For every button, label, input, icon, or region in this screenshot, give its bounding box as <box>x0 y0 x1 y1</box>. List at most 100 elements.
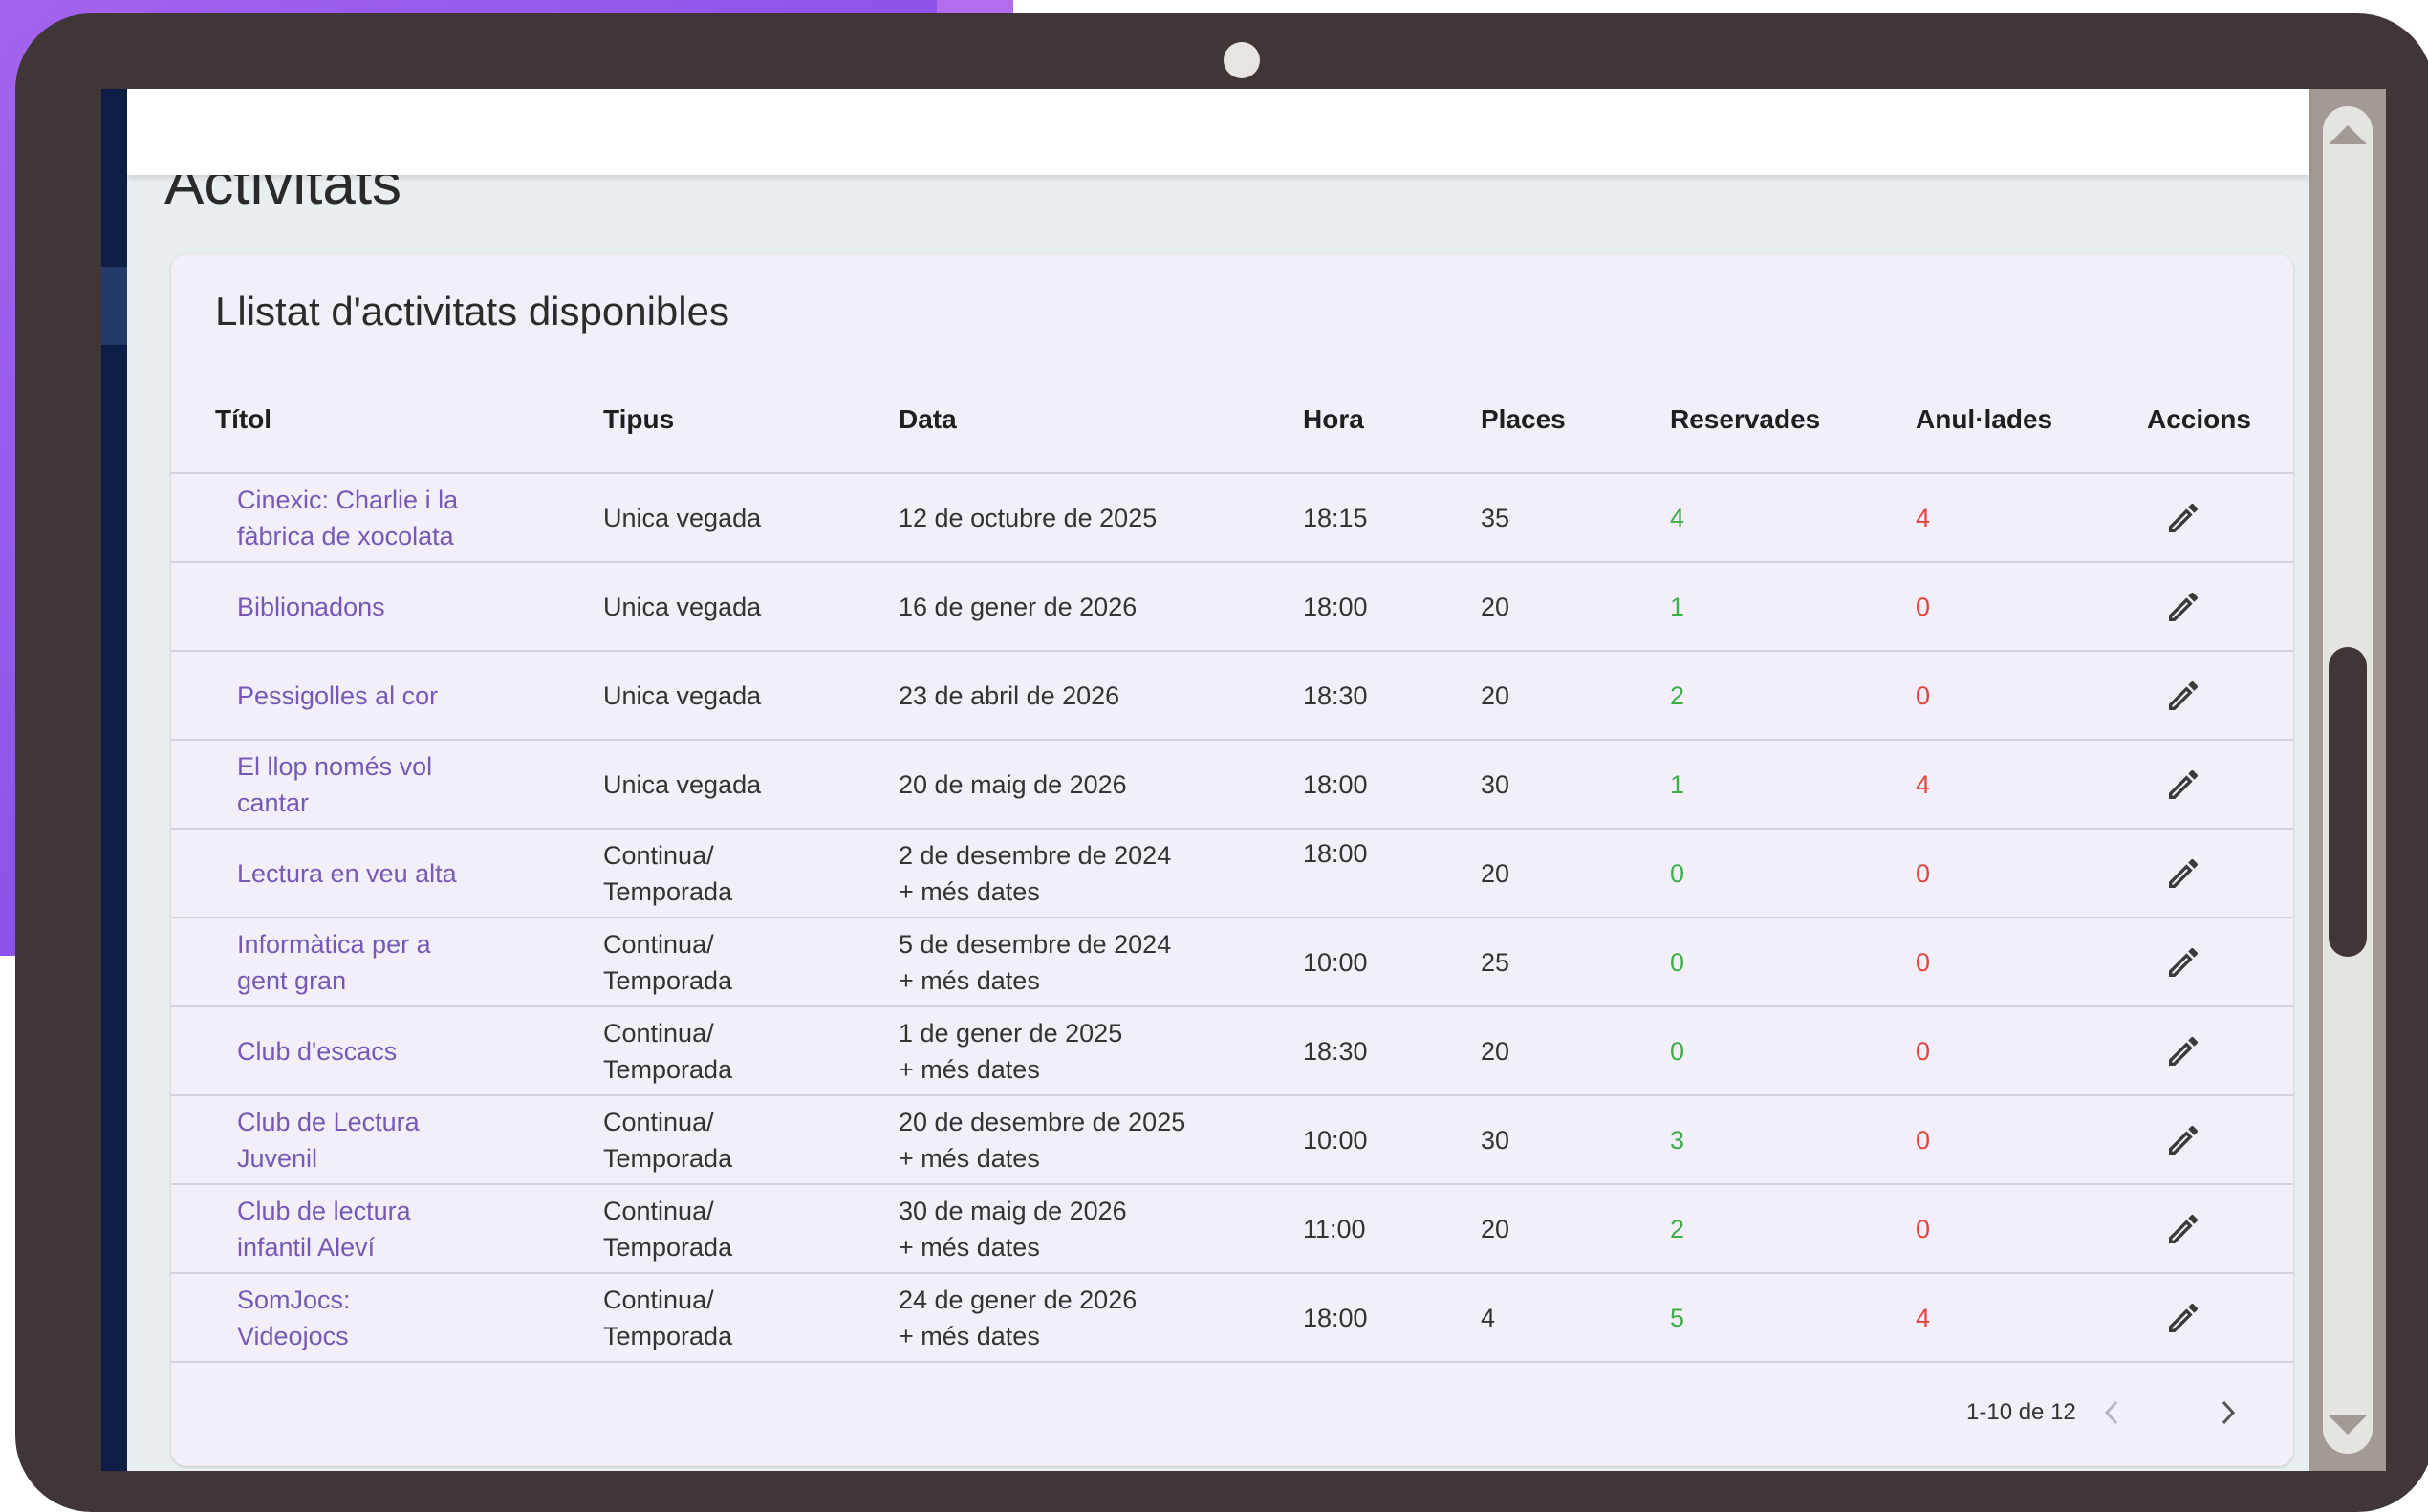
activity-title-link[interactable]: Club de lectura infantil Aleví <box>237 1185 581 1272</box>
activity-title-link-line[interactable]: fàbrica de xocolata <box>237 518 581 554</box>
column-header-hora[interactable]: Hora <box>1303 367 1364 472</box>
edit-activity-button[interactable] <box>2161 763 2205 807</box>
activity-date-line: + més dates <box>899 1054 1040 1084</box>
edit-activity-button[interactable] <box>2161 496 2205 540</box>
activity-title-link[interactable]: Club d'escacs <box>237 1007 581 1094</box>
edit-activity-button[interactable] <box>2161 1118 2205 1162</box>
edit-activity-button[interactable] <box>2161 585 2205 629</box>
scrollbar-thumb[interactable] <box>2329 647 2367 957</box>
table-row[interactable]: Informàtica per a gent gran Continua/Tempo… <box>171 918 2293 1007</box>
table-row[interactable]: El llop només vol cantar Unica vegada 20 de… <box>171 741 2293 830</box>
activity-title-link-line[interactable]: SomJocs: <box>237 1282 581 1318</box>
activity-title-link-line[interactable]: Cinexic: Charlie i la <box>237 482 581 518</box>
column-header-titol[interactable]: Títol <box>215 367 271 472</box>
activity-date-line: 20 de maig de 2026 <box>899 769 1127 799</box>
edit-activity-button[interactable] <box>2161 674 2205 718</box>
scrollbar-track[interactable] <box>2323 106 2373 1454</box>
next-page-button[interactable] <box>2209 1393 2247 1432</box>
activity-date: 2 de desembre de 2024 + més dates <box>899 830 1281 917</box>
pencil-icon <box>2169 1036 2199 1066</box>
activity-type: Unica vegada <box>603 741 880 828</box>
activity-title-link[interactable]: Pessigolles al cor <box>237 652 581 739</box>
activity-type-line: Unica vegada <box>603 769 762 799</box>
activity-title-link[interactable]: Informàtica per a gent gran <box>237 918 581 1005</box>
scroll-up-arrow-icon[interactable] <box>2329 125 2367 144</box>
activity-title-link-line[interactable]: Juvenil <box>237 1140 581 1177</box>
table-row[interactable]: Cinexic: Charlie i la fàbrica de xocolata… <box>171 474 2293 563</box>
activity-cancelled-count: 0 <box>1916 1125 1931 1155</box>
column-header-data[interactable]: Data <box>899 367 957 472</box>
edit-activity-button[interactable] <box>2161 940 2205 984</box>
activity-type: Continua/Temporada <box>603 918 880 1005</box>
table-row[interactable]: Lectura en veu alta Continua/Temporada 2 d… <box>171 830 2293 918</box>
activity-date: 1 de gener de 2025 + més dates <box>899 1007 1281 1094</box>
table-row[interactable]: Biblionadons Unica vegada 16 de gener de 2… <box>171 563 2293 652</box>
table-row[interactable]: Club de lectura infantil Aleví Continua/Te… <box>171 1185 2293 1274</box>
pencil-icon <box>2169 1214 2199 1243</box>
activity-time: 18:00 <box>1303 769 1368 799</box>
activity-time: 18:00 <box>1303 592 1368 621</box>
activity-type-line: Unica vegada <box>603 680 762 710</box>
activity-places: 20 <box>1481 1214 1510 1243</box>
activity-type: Unica vegada <box>603 474 880 561</box>
activity-time: 10:00 <box>1303 947 1368 977</box>
activity-title-link[interactable]: Cinexic: Charlie i la fàbrica de xocolata <box>237 474 581 561</box>
activity-title-link-line[interactable]: Club de Lectura <box>237 1104 581 1140</box>
activity-date: 24 de gener de 2026 + més dates <box>899 1274 1281 1361</box>
activity-reserved-count: 1 <box>1670 769 1685 799</box>
column-header-places[interactable]: Places <box>1481 367 1566 472</box>
activity-title-link[interactable]: Club de Lectura Juvenil <box>237 1096 581 1183</box>
activity-cancelled-count: 0 <box>1916 1036 1931 1066</box>
activity-title-link[interactable]: Biblionadons <box>237 563 581 650</box>
activity-title-link[interactable]: El llop només vol cantar <box>237 741 581 828</box>
activity-type: Unica vegada <box>603 563 880 650</box>
activity-date: 23 de abril de 2026 <box>899 652 1281 739</box>
table-row[interactable]: Pessigolles al cor Unica vegada 23 de abri… <box>171 652 2293 741</box>
app-bar <box>127 89 2309 175</box>
activity-title-link[interactable]: SomJocs: Videojocs <box>237 1274 581 1361</box>
pencil-icon <box>2169 592 2199 621</box>
activity-places: 20 <box>1481 680 1510 710</box>
activity-title-link-line[interactable]: infantil Aleví <box>237 1229 581 1265</box>
activity-type-line: Temporada <box>603 1321 733 1350</box>
activity-title-link-line[interactable]: El llop només vol <box>237 748 581 785</box>
sidebar-selected-item[interactable] <box>101 267 127 345</box>
activity-title-link-line[interactable]: Videojocs <box>237 1318 581 1354</box>
table-row[interactable]: Club de Lectura Juvenil Continua/Temporada… <box>171 1096 2293 1185</box>
activity-date-line: 23 de abril de 2026 <box>899 680 1120 710</box>
column-header-reservades[interactable]: Reservades <box>1670 367 1820 472</box>
edit-activity-button[interactable] <box>2161 1296 2205 1340</box>
pagination: 1-10 de 12 <box>171 1361 2293 1466</box>
activity-title-link[interactable]: Lectura en veu alta <box>237 830 581 917</box>
activity-title-link-line[interactable]: Lectura en veu alta <box>237 855 581 892</box>
scroll-down-arrow-icon[interactable] <box>2329 1415 2367 1435</box>
previous-page-button[interactable] <box>2092 1393 2131 1432</box>
activity-date-line: + més dates <box>899 1143 1040 1173</box>
activity-title-link-line[interactable]: Pessigolles al cor <box>237 678 581 714</box>
activity-date-line: 20 de desembre de 2025 <box>899 1107 1186 1136</box>
activity-time: 18:30 <box>1303 1036 1368 1066</box>
edit-activity-button[interactable] <box>2161 1029 2205 1073</box>
activity-title-link-line[interactable]: Club d'escacs <box>237 1033 581 1069</box>
activity-title-link-line[interactable]: Informàtica per a <box>237 926 581 962</box>
scrollbar[interactable] <box>2309 89 2386 1471</box>
table-row[interactable]: SomJocs: Videojocs Continua/Temporada 24 de… <box>171 1274 2293 1363</box>
edit-activity-button[interactable] <box>2161 1207 2205 1251</box>
activity-date-line: + més dates <box>899 1232 1040 1262</box>
activity-title-link-line[interactable]: cantar <box>237 785 581 821</box>
column-header-tipus[interactable]: Tipus <box>603 367 674 472</box>
activity-time: 18:00 <box>1303 839 1368 868</box>
activity-date: 16 de gener de 2026 <box>899 563 1281 650</box>
activity-title-link-line[interactable]: Biblionadons <box>237 589 581 625</box>
activity-title-link-line[interactable]: Club de lectura <box>237 1193 581 1229</box>
column-header-anulades[interactable]: Anul·lades <box>1916 367 2052 472</box>
edit-activity-button[interactable] <box>2161 852 2205 896</box>
activity-date: 20 de maig de 2026 <box>899 741 1281 828</box>
activity-cancelled-count: 0 <box>1916 1214 1931 1243</box>
activity-type: Continua/Temporada <box>603 1185 880 1272</box>
activity-cancelled-count: 4 <box>1916 1303 1931 1332</box>
activity-time: 11:00 <box>1303 1214 1366 1243</box>
activity-date-line: 1 de gener de 2025 <box>899 1018 1123 1048</box>
table-row[interactable]: Club d'escacs Continua/Temporada 1 de gene… <box>171 1007 2293 1096</box>
activity-title-link-line[interactable]: gent gran <box>237 962 581 999</box>
